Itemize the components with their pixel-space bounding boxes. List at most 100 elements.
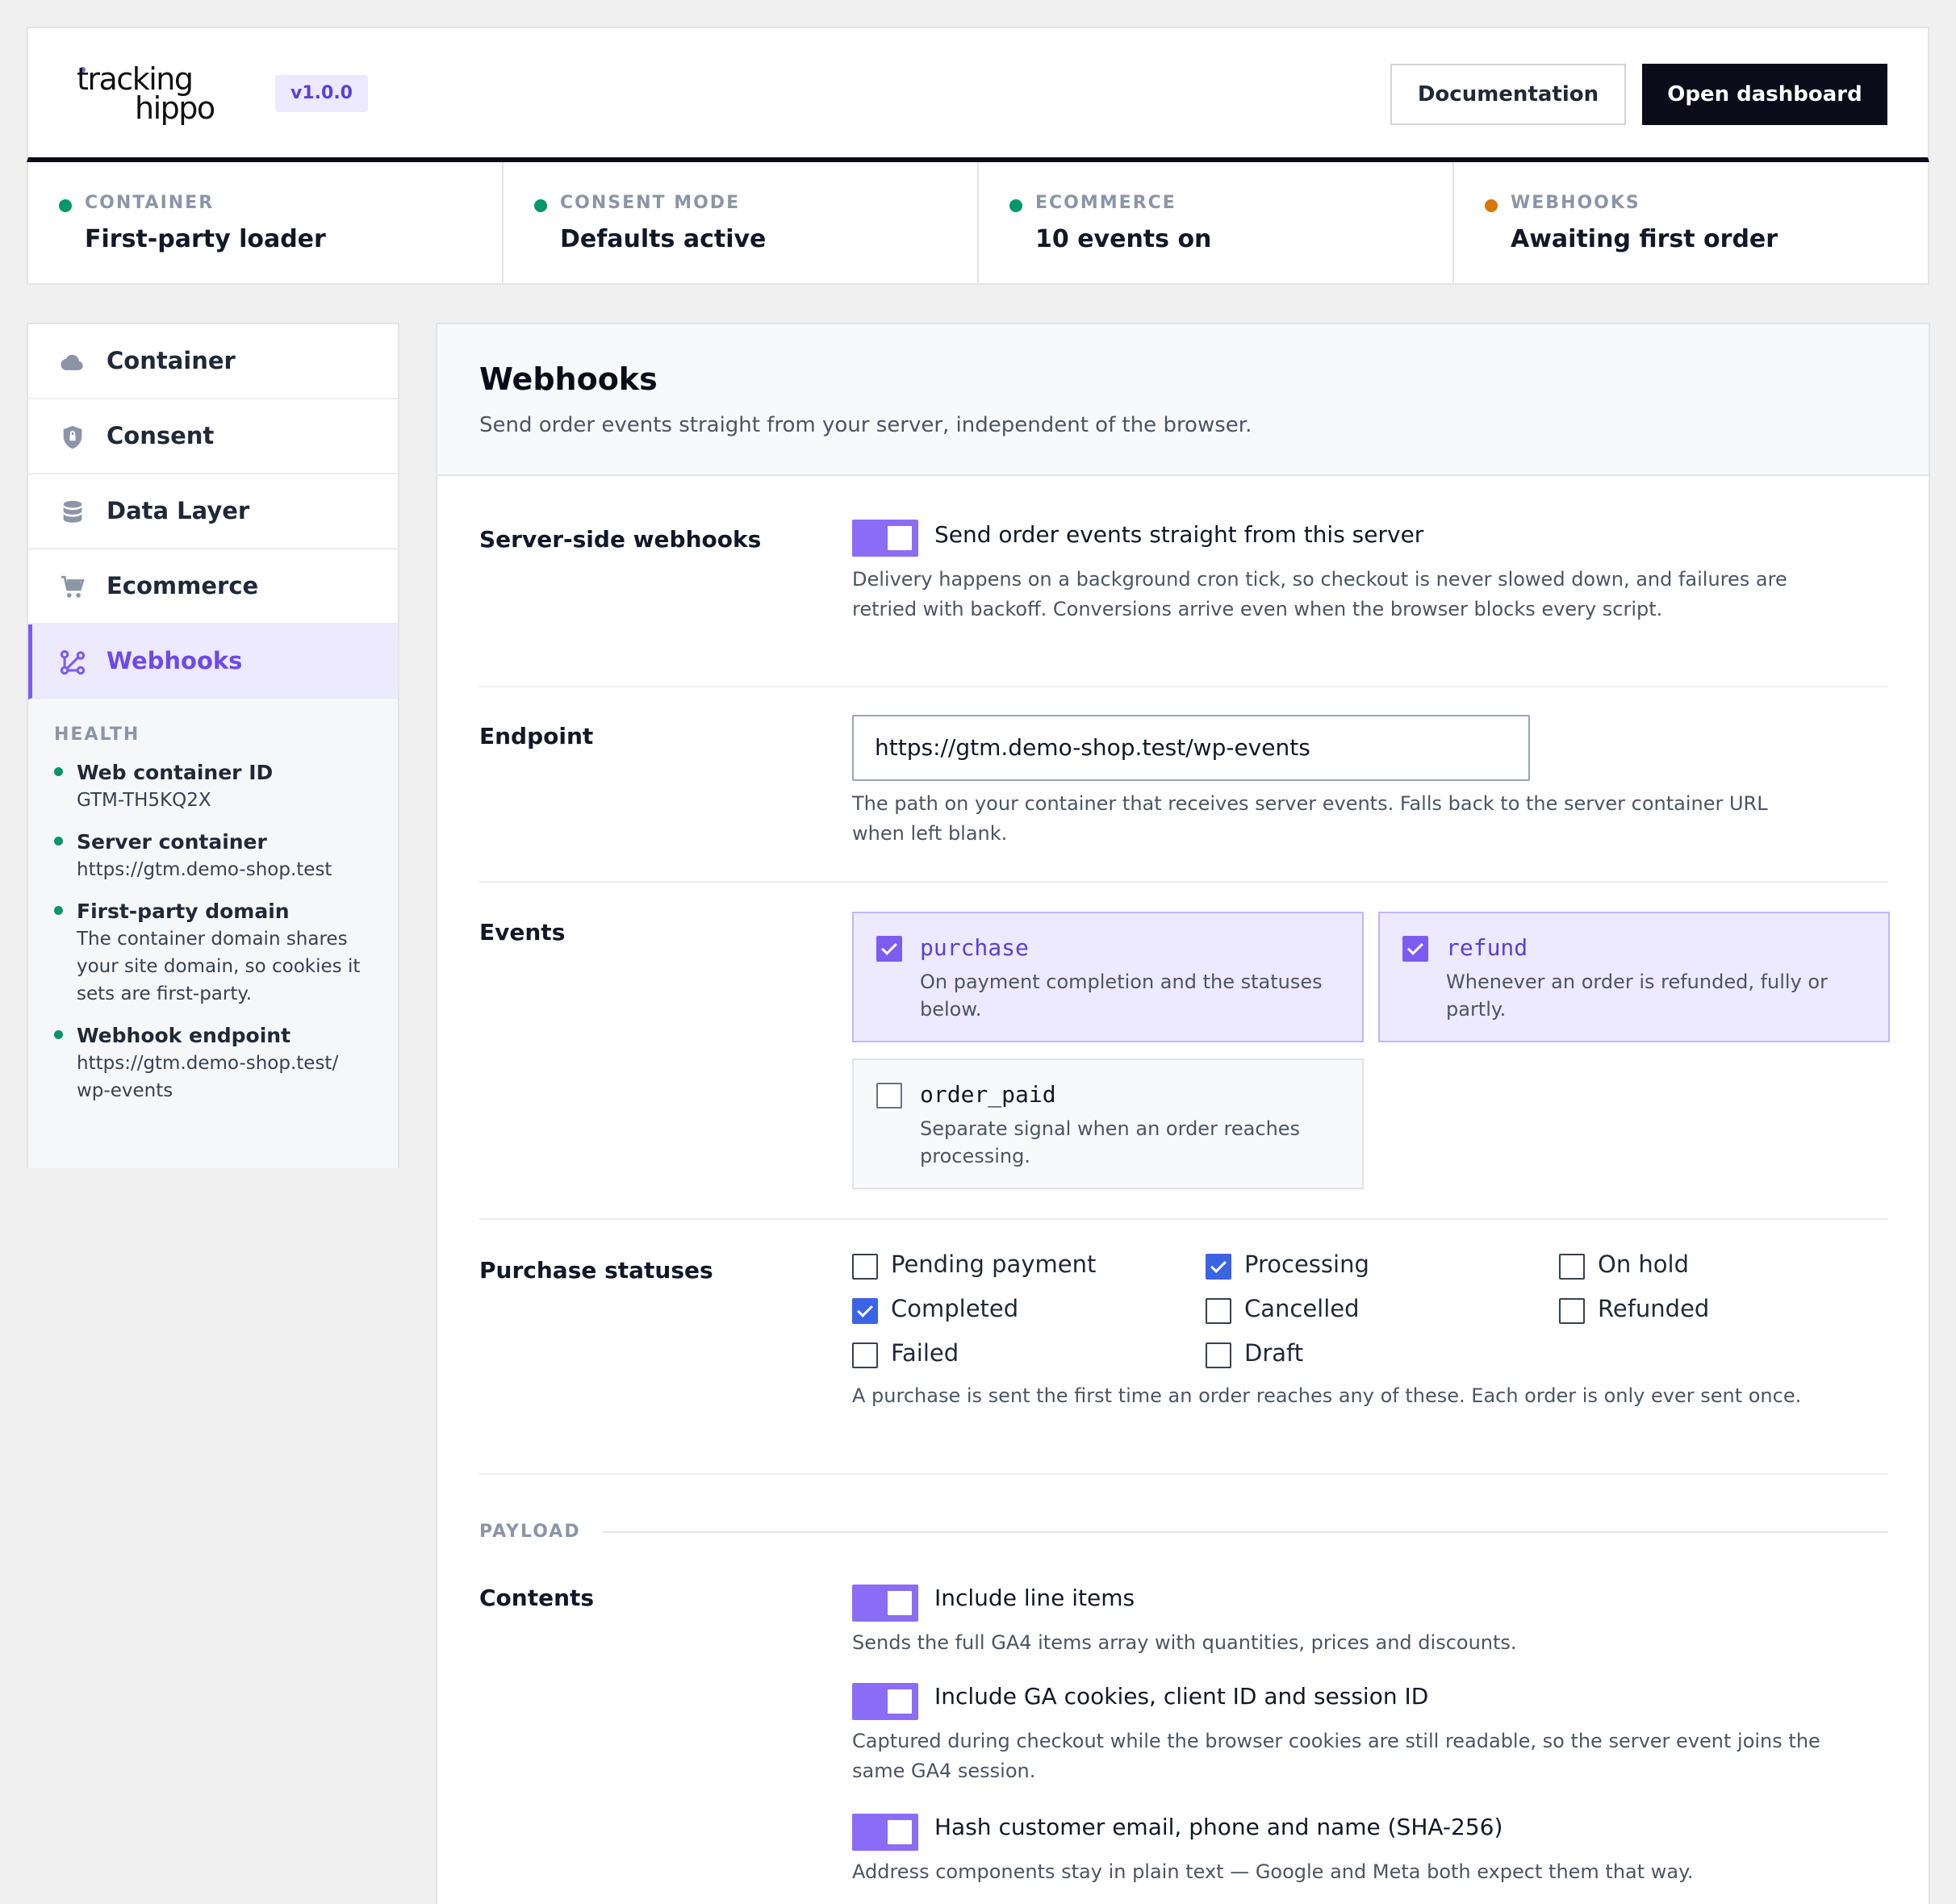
server-side-help: Delivery happens on a background cron ti…: [852, 568, 1787, 620]
top-bar: tracking hippo v1.0.0 Documentation Open…: [27, 27, 1929, 162]
status-option-label: Failed: [891, 1339, 959, 1367]
purchase-statuses-help: A purchase is sent the first time an ord…: [852, 1384, 1802, 1407]
event-desc: On payment completion and the statuses b…: [920, 971, 1323, 1021]
health-ok-dot: [54, 837, 63, 846]
event-name: order_paid: [920, 1081, 1056, 1108]
check-icon: [1210, 1257, 1227, 1273]
sidebar-item-webhooks[interactable]: Webhooks: [28, 624, 398, 699]
status-dot: [1485, 199, 1498, 212]
health-item-name: Server container: [77, 830, 267, 854]
health-item-value: GTM-TH5KQ2X: [77, 790, 211, 811]
health-ok-dot: [54, 767, 63, 776]
include-ga-cookies-toggle[interactable]: [852, 1683, 918, 1720]
endpoint-help: The path on your container that receives…: [852, 792, 1768, 845]
status-dot: [59, 199, 72, 212]
page-subtitle: Send order events straight from your ser…: [479, 413, 1252, 437]
panel-header: Webhooks Send order events straight from…: [437, 324, 1929, 476]
webhook-icon: [60, 649, 86, 675]
status-option-label: Refunded: [1598, 1295, 1710, 1322]
checkbox[interactable]: [1206, 1254, 1231, 1280]
sidebar-item-label: Container: [107, 347, 236, 374]
checkbox[interactable]: [852, 1342, 878, 1368]
status-option-label: Processing: [1244, 1251, 1369, 1278]
checkbox[interactable]: [852, 1254, 878, 1280]
status-option-label: Draft: [1244, 1339, 1304, 1367]
checkbox[interactable]: [1559, 1298, 1585, 1324]
health-ok-dot: [54, 906, 63, 915]
status-value: Defaults active: [560, 225, 767, 253]
status-option-label: On hold: [1598, 1251, 1690, 1278]
status-container: CONTAINER First-party loader: [28, 162, 504, 283]
server-side-webhooks-label: Server-side webhooks: [479, 526, 762, 553]
event-name: purchase: [920, 934, 1029, 961]
checkbox[interactable]: [1559, 1254, 1585, 1280]
health-item-server-container: Server container https://gtm.demo-shop.t…: [54, 829, 385, 883]
event-desc: Separate signal when an order reaches pr…: [920, 1117, 1301, 1167]
checkbox[interactable]: [1206, 1298, 1231, 1324]
server-side-webhooks-toggle[interactable]: [852, 520, 918, 557]
status-option-label: Pending payment: [891, 1251, 1097, 1278]
endpoint-input[interactable]: https://gtm.demo-shop.test/wp-events: [852, 715, 1530, 781]
health-item-value: https://gtm.demo-shop.test: [77, 859, 332, 880]
event-desc: Whenever an order is refunded, fully or …: [1446, 971, 1828, 1021]
sidebar-item-label: Consent: [107, 422, 215, 449]
toggle-knob: [888, 526, 912, 550]
status-ecommerce: ECOMMERCE 10 events on: [979, 162, 1454, 283]
divider: [479, 686, 1888, 687]
page-title: Webhooks: [479, 361, 658, 397]
shield-icon: [63, 425, 82, 449]
status-value: 10 events on: [1035, 225, 1212, 253]
health-item-first-party-domain: First-party domain The container domain …: [54, 898, 385, 1008]
status-option-label: Completed: [891, 1295, 1019, 1322]
cart-icon: [61, 575, 85, 598]
status-option-label: Cancelled: [1244, 1295, 1360, 1322]
sidebar-item-ecommerce[interactable]: Ecommerce: [28, 549, 398, 624]
status-label: CONTAINER: [85, 193, 215, 213]
event-card-purchase[interactable]: purchase On payment completion and the s…: [852, 912, 1364, 1042]
database-icon: [63, 500, 82, 523]
logo-text-bottom: hippo: [135, 90, 215, 126]
webhooks-panel: Webhooks Send order events straight from…: [436, 323, 1930, 1904]
hash-customer-data-help: Address components stay in plain text — …: [852, 1860, 1694, 1883]
sidebar-item-data-layer[interactable]: Data Layer: [28, 474, 398, 549]
include-line-items-help: Sends the full GA4 items array with quan…: [852, 1631, 1517, 1654]
status-consent-mode: CONSENT MODE Defaults active: [504, 162, 979, 283]
payload-divider: [604, 1531, 1888, 1533]
checkbox[interactable]: [1206, 1342, 1231, 1368]
health-item-value: https://gtm.demo-shop.test/wp-events: [77, 1053, 339, 1101]
sidebar-item-consent[interactable]: Consent: [28, 399, 398, 474]
cloud-icon: [61, 354, 83, 370]
check-icon: [881, 939, 897, 955]
open-dashboard-button[interactable]: Open dashboard: [1642, 64, 1887, 125]
contents-label: Contents: [479, 1585, 595, 1611]
event-name: refund: [1446, 934, 1528, 961]
version-badge: v1.0.0: [275, 75, 368, 112]
refund-checkbox[interactable]: [1402, 936, 1428, 962]
divider: [479, 881, 1888, 883]
check-icon: [857, 1301, 873, 1317]
purchase-statuses-label: Purchase statuses: [479, 1257, 713, 1284]
sidebar-item-container[interactable]: Container: [28, 324, 398, 399]
include-line-items-toggle[interactable]: [852, 1585, 918, 1622]
health-item-webhook-endpoint: Webhook endpoint https://gtm.demo-shop.t…: [54, 1022, 385, 1104]
event-card-order-paid[interactable]: order_paid Separate signal when an order…: [852, 1058, 1364, 1189]
documentation-button[interactable]: Documentation: [1390, 64, 1626, 125]
checkbox[interactable]: [852, 1298, 878, 1324]
sidebar-item-label: Data Layer: [107, 497, 250, 524]
status-value: Awaiting first order: [1511, 225, 1778, 253]
status-value: First-party loader: [85, 225, 326, 253]
tracking-hippo-logo[interactable]: tracking hippo: [77, 64, 230, 133]
health-item-web-container: Web container ID GTM-TH5KQ2X: [54, 759, 385, 814]
include-line-items-label: Include line items: [934, 1585, 1135, 1611]
payload-section-label: PAYLOAD: [479, 1522, 581, 1542]
server-side-toggle-label: Send order events straight from this ser…: [934, 521, 1424, 548]
events-label: Events: [479, 919, 566, 946]
sidebar: Container Consent Data Layer Ecommerce W…: [27, 323, 399, 1168]
divider: [479, 1473, 1888, 1475]
purchase-checkbox[interactable]: [876, 936, 902, 962]
status-webhooks: WEBHOOKS Awaiting first order: [1454, 162, 1928, 283]
toggle-knob: [888, 1820, 912, 1844]
event-card-refund[interactable]: refund Whenever an order is refunded, fu…: [1378, 912, 1890, 1042]
order-paid-checkbox[interactable]: [876, 1083, 902, 1109]
hash-customer-data-toggle[interactable]: [852, 1814, 918, 1851]
